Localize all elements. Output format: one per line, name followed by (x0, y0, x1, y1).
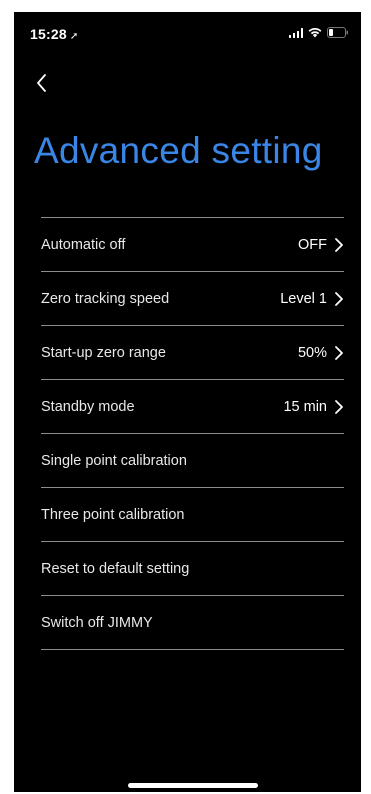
row-value: Level 1 (280, 290, 327, 307)
status-bar: 15:28 ➚ (14, 12, 361, 48)
phone-screen: 15:28 ➚ Advanced setting Automatic off O… (14, 12, 361, 792)
chevron-left-icon (37, 74, 46, 92)
settings-row-switch-off[interactable]: Switch off JIMMY (41, 596, 344, 649)
row-label: Three point calibration (41, 506, 185, 523)
page-title: Advanced setting (34, 130, 323, 171)
settings-row-standby-mode[interactable]: Standby mode 15 min (41, 380, 344, 433)
row-label: Automatic off (41, 236, 126, 253)
settings-row-automatic-off[interactable]: Automatic off OFF (41, 218, 344, 271)
back-button[interactable] (32, 70, 56, 96)
status-time: 15:28 ➚ (30, 26, 78, 42)
battery-icon (327, 27, 349, 38)
location-arrow-icon: ➚ (69, 31, 79, 42)
row-label: Zero tracking speed (41, 290, 170, 307)
row-value: 15 min (283, 398, 327, 415)
chevron-right-icon (334, 399, 344, 415)
row-value-group: OFF (298, 237, 344, 253)
wifi-icon (308, 27, 322, 38)
home-indicator[interactable] (128, 783, 258, 788)
settings-row-reset-default[interactable]: Reset to default setting (41, 542, 344, 595)
row-value: OFF (298, 236, 327, 253)
row-value: 50% (297, 344, 327, 361)
chevron-right-icon (334, 345, 344, 361)
settings-row-start-up-zero-range[interactable]: Start-up zero range 50% (41, 326, 344, 379)
row-label: Standby mode (41, 398, 135, 415)
row-label: Switch off JIMMY (41, 614, 153, 631)
signal-icon (288, 28, 303, 38)
settings-row-three-point-calibration[interactable]: Three point calibration (41, 488, 344, 541)
chevron-right-icon (334, 291, 344, 307)
settings-row-zero-tracking-speed[interactable]: Zero tracking speed Level 1 (41, 272, 344, 325)
chevron-right-icon (334, 237, 344, 253)
row-label: Start-up zero range (41, 344, 166, 361)
row-value-group: 50% (298, 345, 344, 361)
status-icons (288, 26, 350, 38)
settings-list: Automatic off OFF Zero tracking speed Le… (41, 217, 344, 650)
row-label: Single point calibration (41, 452, 187, 469)
settings-row-single-point-calibration[interactable]: Single point calibration (41, 434, 344, 487)
status-time-text: 15:28 (30, 26, 67, 42)
row-value-group: Level 1 (280, 291, 344, 307)
row-label: Reset to default setting (41, 560, 190, 577)
divider (41, 649, 344, 650)
row-value-group: 15 min (283, 399, 344, 415)
